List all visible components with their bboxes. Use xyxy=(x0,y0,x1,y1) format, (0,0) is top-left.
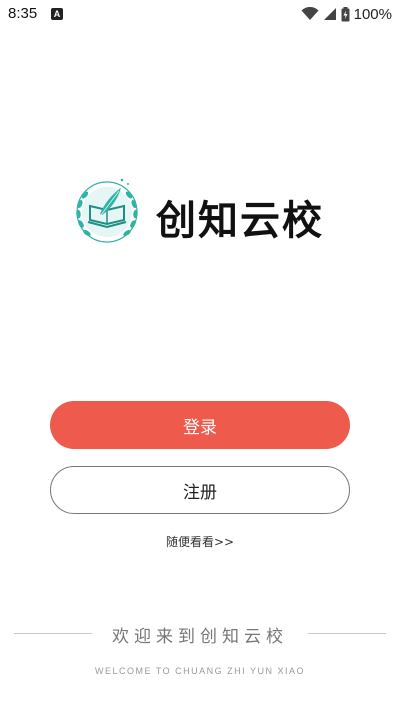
app-logo: 创知云校 xyxy=(74,174,334,254)
register-button[interactable]: 注册 xyxy=(50,466,350,514)
welcome-subtitle: WELCOME TO CHUANG ZHI YUN XIAO xyxy=(94,666,306,676)
welcome-text: 欢迎来到创知云校 xyxy=(112,627,288,647)
wifi-icon xyxy=(301,7,319,20)
status-time: 8:35 xyxy=(8,5,38,22)
status-bar: 8:35 A 100% xyxy=(0,0,400,28)
status-icons: 100% xyxy=(301,4,392,24)
book-feather-laurel-icon xyxy=(76,178,138,243)
login-button[interactable]: 登录 xyxy=(50,401,350,449)
app-title: 创知云校 xyxy=(156,198,324,244)
notification-icon-letter: A xyxy=(53,9,61,19)
battery-charging-icon xyxy=(341,6,350,21)
cellular-signal-icon xyxy=(323,8,336,20)
welcome-banner: 欢迎来到创知云校 xyxy=(0,622,400,647)
notification-icon: A xyxy=(51,8,63,20)
battery-percent: 100% xyxy=(353,5,392,23)
divider-right xyxy=(308,633,386,634)
browse-as-guest-link[interactable]: 随便看看>> xyxy=(0,533,400,550)
